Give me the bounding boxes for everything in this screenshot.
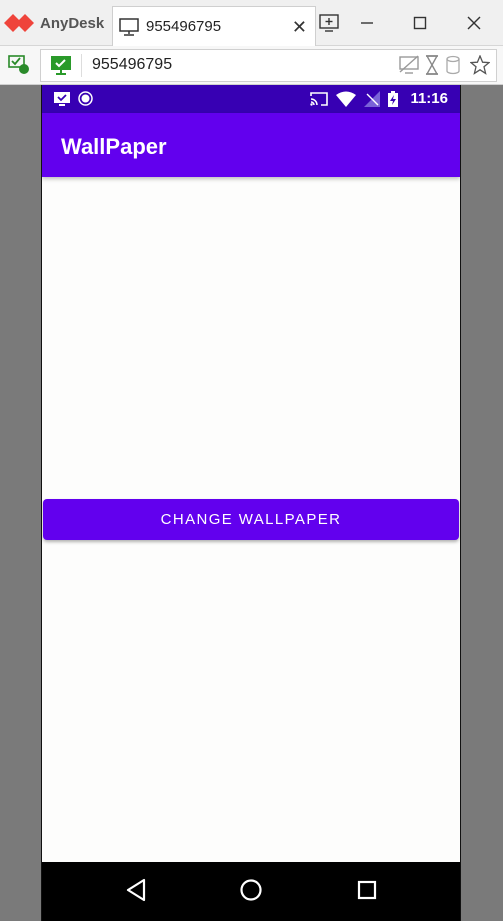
address-separator <box>81 54 82 77</box>
minimize-button[interactable] <box>354 10 380 36</box>
session-toolbar: 955496795 <box>0 46 503 85</box>
change-wallpaper-button[interactable]: CHANGE WALLPAPER <box>43 499 459 540</box>
close-window-button[interactable] <box>461 10 487 36</box>
cell-signal-icon <box>364 90 381 107</box>
screen-privacy-icon[interactable] <box>398 55 420 75</box>
maximize-button[interactable] <box>407 10 433 36</box>
screen-notification-icon <box>54 91 70 106</box>
remote-screen[interactable]: 11:16 WallPaper CHANGE WALLPAPER <box>41 85 461 921</box>
home-icon[interactable] <box>239 878 263 902</box>
app-bar: WallPaper <box>42 113 460 177</box>
record-notification-icon <box>78 91 93 106</box>
battery-charging-icon <box>388 90 399 107</box>
connection-status-icon[interactable] <box>8 53 30 75</box>
hourglass-icon[interactable] <box>424 55 440 75</box>
close-icon <box>467 16 481 30</box>
new-tab-button[interactable] <box>316 10 342 36</box>
navigation-bar <box>42 862 460 921</box>
tab-close-icon[interactable]: ✕ <box>292 18 307 36</box>
anydesk-brand: AnyDesk <box>4 10 104 36</box>
maximize-icon <box>413 16 427 30</box>
wifi-icon <box>336 91 357 107</box>
address-bar[interactable]: 955496795 <box>40 49 497 82</box>
tab-label: 955496795 <box>146 18 222 35</box>
cast-icon <box>310 91 329 106</box>
status-bar: 11:16 <box>42 85 460 113</box>
anydesk-logo-icon <box>4 14 34 32</box>
minimize-icon <box>361 22 373 24</box>
app-name: AnyDesk <box>40 14 105 32</box>
back-icon[interactable] <box>125 878 147 902</box>
recents-icon[interactable] <box>356 878 378 902</box>
monitor-icon <box>119 17 139 36</box>
status-time: 11:16 <box>410 90 448 107</box>
address-text: 955496795 <box>92 56 173 73</box>
session-tab[interactable]: 955496795 ✕ <box>112 6 316 46</box>
database-icon[interactable] <box>445 55 461 75</box>
app-title: WallPaper <box>61 134 167 159</box>
window-titlebar: AnyDesk 955496795 ✕ <box>0 0 503 46</box>
verified-monitor-icon <box>51 56 71 75</box>
favorite-star-icon[interactable] <box>470 55 490 75</box>
new-tab-icon <box>319 14 339 32</box>
